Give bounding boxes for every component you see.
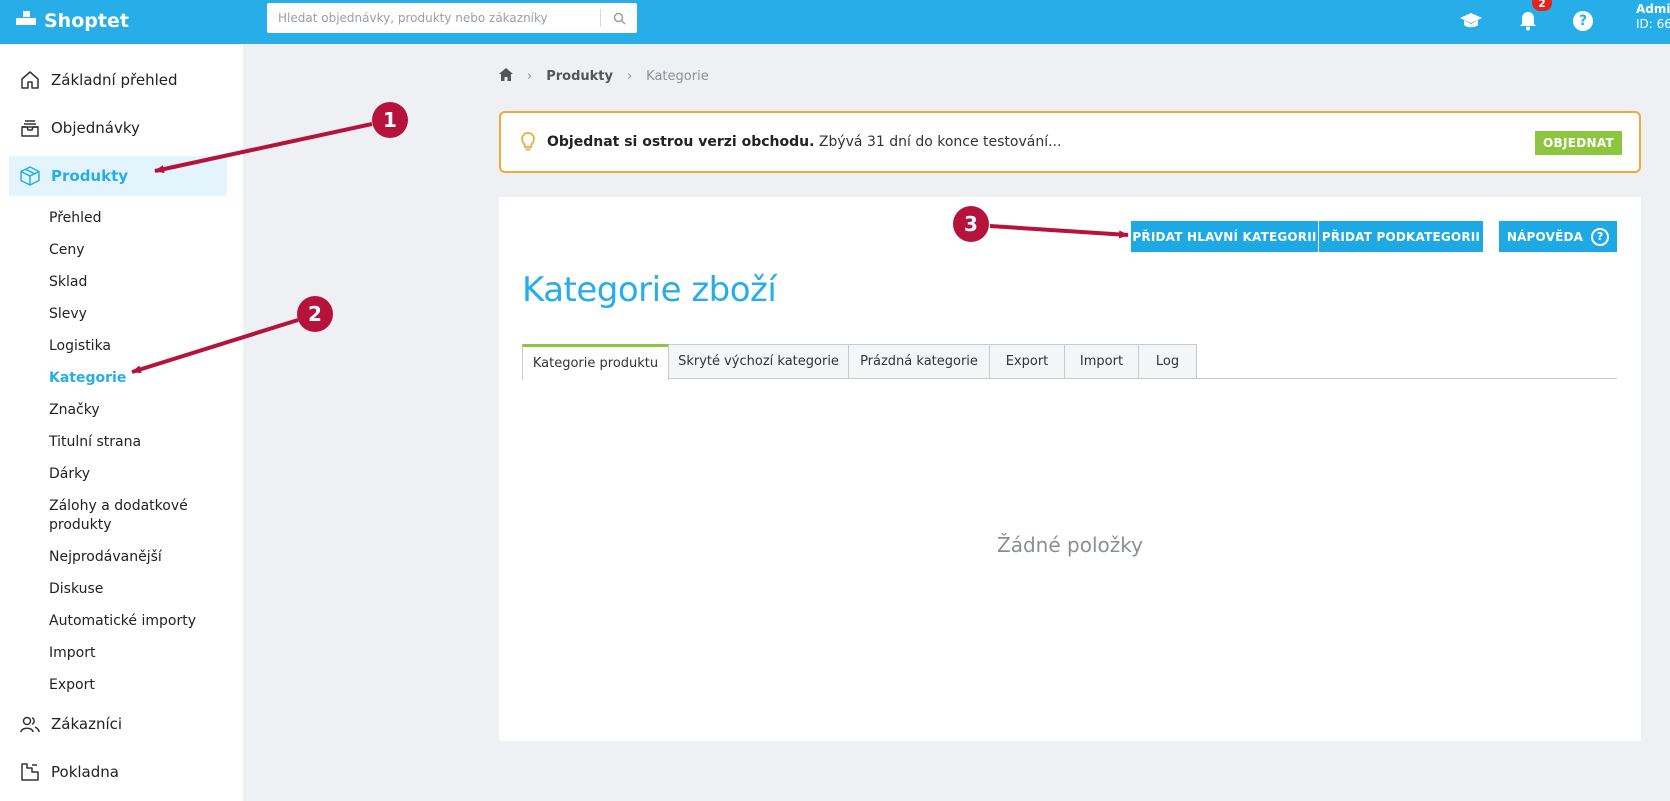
sidebar: Základní přehled Objednávky Produkty Pře… xyxy=(0,44,243,801)
help-button-label: NÁPOVĚDA xyxy=(1506,229,1584,244)
help-icon: ? xyxy=(1573,11,1593,31)
tab-export[interactable]: Export xyxy=(990,344,1065,379)
lightbulb-icon xyxy=(519,131,537,153)
box-icon xyxy=(19,165,41,187)
banner-text: Zbývá 31 dní do konce testování... xyxy=(814,134,1062,150)
account-info[interactable]: Admin ID: 66 xyxy=(1636,2,1670,32)
sidebar-item-products[interactable]: Produkty xyxy=(9,156,227,196)
tab-empty-category[interactable]: Prázdná kategorie xyxy=(849,344,990,379)
order-button[interactable]: OBJEDNAT xyxy=(1535,131,1622,155)
sidebar-subitem-logistics[interactable]: Logistika xyxy=(49,337,229,356)
home-icon[interactable] xyxy=(499,67,513,85)
help-button[interactable]: ? xyxy=(1570,8,1596,34)
users-icon xyxy=(19,713,41,735)
breadcrumb-categories: Kategorie xyxy=(646,68,709,84)
sidebar-subitem-auto-imports[interactable]: Automatické importy xyxy=(49,612,229,631)
sidebar-item-dashboard[interactable]: Základní přehled xyxy=(9,60,227,100)
tab-product-categories[interactable]: Kategorie produktu xyxy=(522,344,669,380)
sidebar-subitem-prices[interactable]: Ceny xyxy=(49,241,229,260)
annotation-marker-1: 1 xyxy=(372,102,408,138)
shoptet-logo-icon xyxy=(16,11,36,31)
account-id: ID: 66 xyxy=(1636,17,1670,31)
empty-state-text: Žádné položky xyxy=(997,533,1143,557)
brand-name: Shoptet xyxy=(44,10,129,32)
sidebar-item-label: Produkty xyxy=(51,167,129,185)
graduation-cap-icon xyxy=(1460,13,1482,28)
sidebar-subitem-stock[interactable]: Sklad xyxy=(49,273,229,292)
notification-badge: 2 xyxy=(1532,0,1552,11)
search-input[interactable]: Hledat objednávky, produkty nebo zákazní… xyxy=(267,11,600,25)
sidebar-item-label: Objednávky xyxy=(51,119,140,137)
page-title: Kategorie zboží xyxy=(522,270,777,310)
breadcrumb-products[interactable]: Produkty xyxy=(546,69,613,84)
sidebar-item-label: Zákazníci xyxy=(51,715,123,733)
sidebar-subitem-homepage[interactable]: Titulní strana xyxy=(49,433,229,452)
sidebar-item-customers[interactable]: Zákazníci xyxy=(9,704,227,744)
home-icon xyxy=(19,69,41,91)
account-name: Admin xyxy=(1636,2,1670,16)
breadcrumb: › Produkty › Kategorie xyxy=(499,66,709,86)
academy-button[interactable] xyxy=(1458,8,1484,34)
sidebar-item-register[interactable]: Pokladna xyxy=(9,752,227,792)
bell-icon xyxy=(1520,12,1536,31)
add-subcategory-button[interactable]: PŘIDAT PODKATEGORII xyxy=(1319,221,1483,252)
annotation-marker-2: 2 xyxy=(297,296,333,332)
inbox-icon xyxy=(19,117,41,139)
sidebar-subitem-deposits[interactable]: Zálohy a dodatkové produkty xyxy=(49,497,229,535)
register-icon xyxy=(19,761,41,783)
tab-hidden-default-categories[interactable]: Skryté výchozí kategorie xyxy=(669,344,849,379)
sidebar-item-label: Základní přehled xyxy=(51,71,178,89)
banner-bold-text: Objednat si ostrou verzi obchodu. xyxy=(547,134,815,150)
tab-log[interactable]: Log xyxy=(1139,344,1197,379)
brand-logo[interactable]: Shoptet xyxy=(16,7,129,35)
sidebar-subitem-gifts[interactable]: Dárky xyxy=(49,465,229,484)
sidebar-subitem-bestsellers[interactable]: Nejprodávanější xyxy=(49,548,229,567)
help-docs-button[interactable]: NÁPOVĚDA ? xyxy=(1499,221,1617,252)
tab-import[interactable]: Import xyxy=(1065,344,1139,379)
question-icon: ? xyxy=(1591,227,1610,246)
chevron-right-icon: › xyxy=(527,68,533,84)
annotation-marker-3: 3 xyxy=(953,206,989,242)
search-bar[interactable]: Hledat objednávky, produkty nebo zákazní… xyxy=(267,3,637,33)
sidebar-item-label: Pokladna xyxy=(51,763,119,781)
sidebar-subitem-categories[interactable]: Kategorie xyxy=(49,369,229,388)
sidebar-subitem-brands[interactable]: Značky xyxy=(49,401,229,420)
sidebar-subitem-export[interactable]: Export xyxy=(49,676,229,695)
notifications-button[interactable] xyxy=(1515,8,1541,34)
banner-message: Objednat si ostrou verzi obchodu. Zbývá … xyxy=(547,134,1061,150)
sidebar-subitem-overview[interactable]: Přehled xyxy=(49,209,229,228)
top-bar: Shoptet Hledat objednávky, produkty nebo… xyxy=(0,0,1670,44)
sidebar-subitem-discussion[interactable]: Diskuse xyxy=(49,580,229,599)
add-main-category-button[interactable]: PŘIDAT HLAVNÍ KATEGORII xyxy=(1131,221,1318,252)
sidebar-item-orders[interactable]: Objednávky xyxy=(9,108,227,148)
search-button[interactable] xyxy=(601,3,637,33)
search-icon xyxy=(613,12,626,25)
tab-bar: Kategorie produktu Skryté výchozí katego… xyxy=(522,344,1617,380)
main-card: PŘIDAT HLAVNÍ KATEGORII PŘIDAT PODKATEGO… xyxy=(499,197,1641,741)
sidebar-subitem-import[interactable]: Import xyxy=(49,644,229,663)
chevron-right-icon: › xyxy=(626,68,633,84)
sidebar-subitem-discounts[interactable]: Slevy xyxy=(49,305,229,324)
trial-banner: Objednat si ostrou verzi obchodu. Zbývá … xyxy=(499,111,1641,173)
